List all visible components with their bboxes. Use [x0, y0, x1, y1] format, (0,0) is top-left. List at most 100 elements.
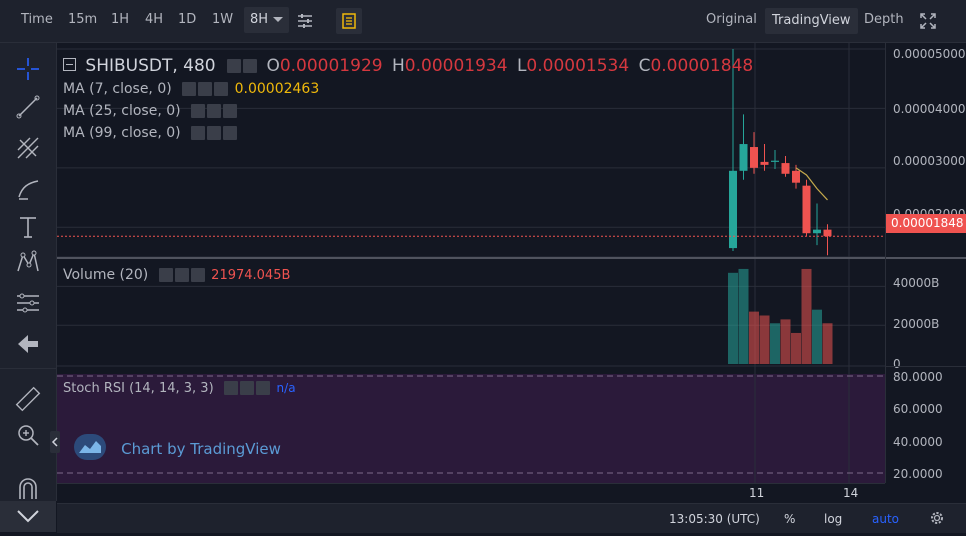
legend-buttons[interactable] — [182, 81, 230, 97]
candle-body — [813, 229, 821, 234]
volume-bar — [791, 332, 801, 364]
stoch-axis-label: 80.0000 — [893, 370, 943, 384]
close-icon[interactable] — [223, 126, 238, 140]
gear-icon[interactable] — [240, 381, 255, 395]
log-toggle[interactable]: log — [824, 512, 842, 526]
close-value: 0.00001848 — [650, 56, 754, 76]
interval-15m[interactable]: 15m — [68, 12, 97, 27]
crosshair-icon[interactable] — [14, 55, 42, 83]
volume-bar — [759, 315, 770, 364]
low-label: L — [516, 56, 527, 76]
volume-bar — [812, 309, 822, 364]
low-value: 0.00001534 — [526, 56, 630, 76]
legend-buttons[interactable] — [224, 380, 272, 396]
gear-icon[interactable] — [198, 82, 213, 96]
view-tradingview-tab[interactable]: TradingView — [765, 8, 858, 34]
ma25-label: MA (25, close, 0) — [63, 103, 181, 119]
close-icon[interactable] — [214, 82, 229, 96]
gear-icon[interactable] — [207, 104, 222, 118]
chart-type-icon[interactable] — [336, 8, 362, 34]
view-depth-tab[interactable]: Depth — [864, 12, 904, 27]
volume-bar — [770, 323, 780, 364]
volume-bar — [822, 323, 833, 364]
chevron-left-icon — [51, 437, 58, 447]
axis-separator — [886, 366, 966, 367]
percent-toggle[interactable]: % — [784, 512, 795, 526]
stoch-axis-label: 60.0000 — [893, 402, 943, 416]
text-icon[interactable] — [14, 213, 42, 241]
collapse-legend-icon[interactable] — [63, 57, 76, 71]
volume-bar — [749, 311, 759, 364]
clock-readout[interactable]: 13:05:30 (UTC) — [669, 512, 760, 526]
eye-icon[interactable] — [227, 59, 242, 73]
eye-icon[interactable] — [191, 104, 206, 118]
price-axis[interactable]: 0.00005000 0.00004000 0.00003000 0.00002… — [885, 43, 966, 483]
volume-axis-label: 20000B — [893, 317, 940, 331]
tradingview-logo-icon — [74, 434, 106, 464]
indicator-settings-icon[interactable] — [292, 8, 318, 34]
time-axis-label: 14 — [843, 486, 859, 500]
legend-buttons[interactable] — [227, 56, 259, 76]
pitchfork-icon[interactable] — [14, 134, 42, 162]
auto-toggle[interactable]: auto — [872, 512, 899, 526]
pattern-icon[interactable] — [14, 249, 42, 277]
open-label: O — [266, 56, 280, 76]
stoch-value: n/a — [276, 381, 296, 395]
legend-buttons[interactable] — [158, 267, 207, 283]
eye-icon[interactable] — [191, 126, 206, 140]
high-label: H — [391, 56, 405, 76]
volume-legend: Volume (20) 21974.045B — [63, 267, 290, 283]
collapse-panel-button[interactable] — [50, 431, 60, 453]
chevron-down-icon — [273, 17, 284, 22]
close-icon[interactable] — [223, 104, 238, 118]
brush-icon[interactable] — [14, 175, 42, 203]
gear-icon[interactable] — [928, 509, 946, 531]
stoch-legend: Stoch RSI (14, 14, 3, 3) n/a — [63, 380, 296, 396]
fullscreen-icon[interactable] — [915, 8, 941, 34]
candlesticks — [729, 48, 832, 256]
eye-icon[interactable] — [182, 82, 197, 96]
tradingview-watermark[interactable]: Chart by TradingView — [74, 434, 281, 464]
ma99-legend: MA (99, close, 0) — [63, 125, 239, 141]
open-value: 0.00001929 — [279, 56, 383, 76]
ma7-line — [795, 167, 828, 201]
back-arrow-icon[interactable] — [14, 330, 42, 358]
prediction-icon[interactable] — [14, 289, 42, 317]
time-axis[interactable]: 11 14 — [57, 483, 885, 502]
eye-icon[interactable] — [158, 268, 173, 282]
gear-icon[interactable] — [207, 126, 222, 140]
candle-body — [823, 229, 832, 237]
eye-icon[interactable] — [224, 381, 239, 395]
interval-1d[interactable]: 1D — [178, 12, 196, 27]
close-label: C — [638, 56, 651, 76]
interval-4h[interactable]: 4H — [145, 12, 163, 27]
close-icon[interactable] — [256, 381, 271, 395]
stoch-label: Stoch RSI (14, 14, 3, 3) — [63, 381, 214, 396]
ma7-legend: MA (7, close, 0) 0.00002463 — [63, 81, 319, 97]
trend-line-icon[interactable] — [14, 93, 42, 121]
top-toolbar: Time 15m 1H 4H 1D 1W 8H Original Trading… — [0, 0, 966, 43]
magnet-icon[interactable] — [14, 473, 42, 501]
gear-icon[interactable] — [174, 268, 189, 282]
candle-body — [802, 185, 811, 234]
legend-buttons[interactable] — [191, 125, 239, 141]
volume-axis-label: 40000B — [893, 276, 940, 290]
ma7-label: MA (7, close, 0) — [63, 81, 172, 97]
interval-1h[interactable]: 1H — [111, 12, 129, 27]
interval-8h-dropdown[interactable]: 8H — [244, 7, 290, 33]
legend-buttons[interactable] — [191, 103, 239, 119]
time-axis-label: 11 — [749, 486, 765, 500]
price-axis-label: 0.00005000 — [893, 47, 966, 61]
view-original-tab[interactable]: Original — [706, 12, 757, 27]
drawing-toolbar — [0, 43, 57, 501]
zoom-in-icon[interactable] — [14, 421, 42, 449]
collapse-toolbar-button[interactable] — [0, 501, 56, 532]
status-bar: 13:05:30 (UTC) % log auto — [57, 503, 966, 533]
candle-body — [792, 170, 800, 183]
interval-1w[interactable]: 1W — [212, 12, 233, 27]
close-icon[interactable] — [190, 268, 205, 282]
ruler-icon[interactable] — [14, 385, 42, 413]
chart-area[interactable]: SHIBUSDT, 480 O0.00001929 H0.00001934 L0… — [50, 43, 885, 483]
active-interval-label: 8H — [250, 12, 269, 27]
gear-icon[interactable] — [243, 59, 258, 73]
